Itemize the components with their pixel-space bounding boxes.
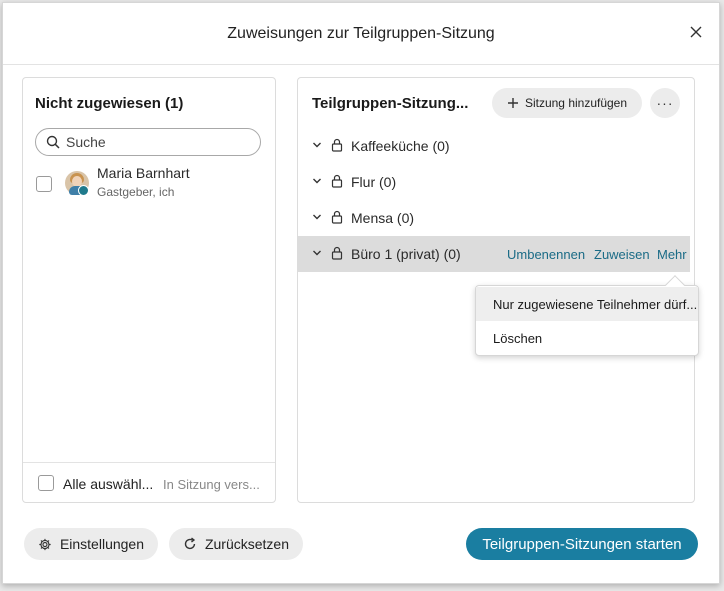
chevron-down-icon[interactable] [312, 248, 322, 258]
session-row[interactable]: Kaffeeküche (0) [298, 128, 692, 164]
chevron-down-icon[interactable] [312, 140, 322, 150]
menu-item-assigned-only[interactable]: Nur zugewiesene Teilnehmer dürf... [476, 287, 698, 321]
add-session-button[interactable]: Sitzung hinzufügen [492, 88, 642, 118]
gear-icon [39, 538, 51, 550]
session-row-selected[interactable]: Büro 1 (privat) (0) Umbenennen Zuweisen … [298, 236, 690, 272]
chevron-down-icon[interactable] [312, 176, 322, 186]
participant-role: Gastgeber, ich [97, 185, 175, 199]
participant-name: Maria Barnhart [97, 165, 190, 181]
dialog-title: Zuweisungen zur Teilgruppen-Sitzung [227, 24, 495, 42]
session-name: Flur (0) [351, 174, 397, 190]
more-options-icon: ··· [656, 95, 674, 111]
reset-label: Zurücksetzen [204, 536, 289, 552]
close-icon [690, 26, 702, 38]
assign-link[interactable]: Zuweisen [594, 247, 650, 262]
session-name: Büro 1 (privat) (0) [351, 246, 461, 262]
settings-label: Einstellungen [59, 536, 144, 552]
search-field[interactable] [35, 128, 261, 156]
select-all-checkbox[interactable] [38, 475, 54, 491]
settings-button[interactable]: Einstellungen [24, 528, 158, 560]
close-button[interactable] [687, 23, 705, 41]
start-sessions-button[interactable]: Teilgruppen-Sitzungen starten [466, 528, 698, 560]
more-menu: Nur zugewiesene Teilnehmer dürf... Lösch… [475, 275, 699, 356]
dialog-header: Zuweisungen zur Teilgruppen-Sitzung [3, 3, 719, 65]
select-all-label[interactable]: Alle auswähl... [63, 476, 153, 492]
move-to-session-button[interactable]: In Sitzung vers... [163, 477, 260, 492]
participant-row[interactable]: Maria Barnhart Gastgeber, ich [35, 165, 265, 205]
session-name: Mensa (0) [351, 210, 415, 226]
start-sessions-label: Teilgruppen-Sitzungen starten [482, 535, 682, 553]
session-name: Kaffeeküche (0) [351, 138, 450, 154]
session-row[interactable]: Flur (0) [298, 164, 692, 200]
unassigned-footer: Alle auswähl... In Sitzung vers... [23, 462, 275, 502]
unassigned-panel: Nicht zugewiesen (1) Maria Barnhart Gast… [22, 77, 276, 503]
unassigned-title: Nicht zugewiesen (1) [35, 95, 184, 112]
reset-icon [184, 537, 196, 550]
add-session-label: Sitzung hinzufügen [524, 96, 628, 110]
more-link[interactable]: Mehr [657, 247, 687, 262]
host-badge-icon [78, 185, 89, 196]
session-row[interactable]: Mensa (0) [298, 200, 692, 236]
lock-icon [331, 210, 343, 224]
lock-icon [331, 246, 343, 260]
menu-item-delete[interactable]: Löschen [476, 321, 698, 355]
plus-icon [507, 98, 518, 108]
rename-link[interactable]: Umbenennen [507, 247, 585, 262]
sessions-title: Teilgruppen-Sitzung... [312, 95, 469, 112]
chevron-down-icon[interactable] [312, 212, 322, 222]
avatar [65, 171, 89, 196]
search-icon [46, 135, 60, 149]
search-input[interactable] [66, 134, 246, 150]
participant-checkbox[interactable] [36, 176, 52, 192]
lock-icon [331, 138, 343, 152]
reset-button[interactable]: Zurücksetzen [169, 528, 303, 560]
more-options-button[interactable]: ··· [650, 88, 680, 118]
lock-icon [331, 174, 343, 188]
